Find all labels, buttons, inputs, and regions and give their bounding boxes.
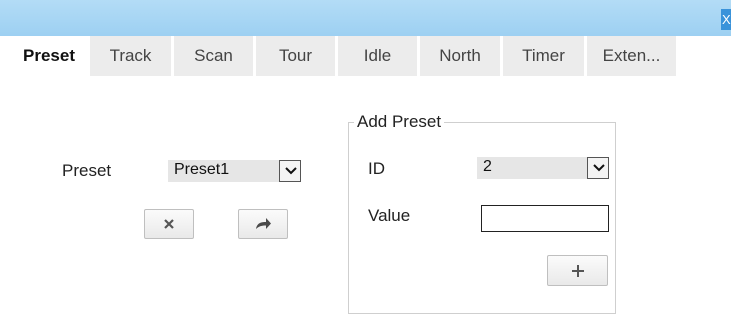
preset-select[interactable]: Preset1 — [168, 160, 301, 182]
id-label: ID — [368, 159, 385, 178]
id-select[interactable]: 2 — [477, 157, 609, 179]
tab-idle[interactable]: Idle — [338, 36, 417, 76]
preset-label: Preset — [62, 161, 112, 180]
tab-preset[interactable]: Preset — [10, 36, 88, 76]
value-label: Value — [368, 206, 411, 225]
tab-extended[interactable]: Exten... — [587, 36, 676, 76]
arrow-right-icon — [256, 218, 271, 229]
dialog-titlebar: X — [0, 0, 731, 36]
goto-preset-button[interactable] — [238, 209, 288, 239]
preset-select-value: Preset1 — [174, 161, 230, 178]
add-preset-button[interactable] — [547, 255, 608, 286]
chevron-down-icon — [279, 160, 301, 182]
id-select-value: 2 — [483, 158, 492, 175]
chevron-down-icon — [587, 157, 609, 179]
tab-north[interactable]: North — [420, 36, 500, 76]
close-icon — [164, 219, 174, 229]
delete-preset-button[interactable] — [144, 209, 194, 239]
close-button[interactable]: X — [721, 9, 731, 30]
tab-scan[interactable]: Scan — [174, 36, 253, 76]
tab-timer[interactable]: Timer — [503, 36, 584, 76]
tab-track[interactable]: Track — [90, 36, 171, 76]
add-preset-legend: Add Preset — [354, 112, 445, 132]
plus-icon — [571, 264, 584, 277]
value-input[interactable] — [481, 205, 609, 232]
close-icon: X — [722, 12, 731, 27]
tab-tour[interactable]: Tour — [256, 36, 335, 76]
